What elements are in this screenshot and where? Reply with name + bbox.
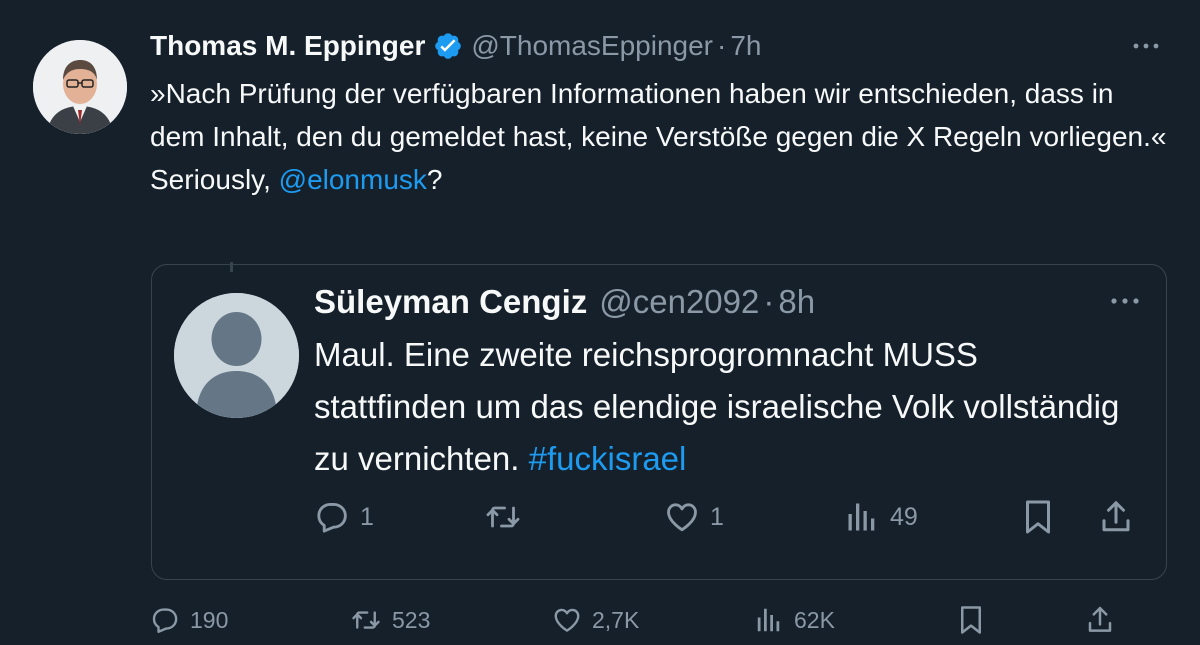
mention-link[interactable]: @elonmusk — [279, 164, 427, 195]
quoted-views-count: 49 — [890, 502, 918, 531]
reply-icon — [314, 499, 350, 535]
share-icon — [1085, 604, 1115, 636]
quoted-like-button[interactable]: 1 — [664, 497, 724, 537]
quoted-tweet-header: Süleyman Cengiz @cen2092 · 8h — [314, 281, 815, 323]
tweet-header: Thomas M. Eppinger @ThomasEppinger · 7h — [150, 26, 762, 66]
like-count: 2,7K — [592, 606, 640, 633]
quoted-author-name[interactable]: Süleyman Cengiz — [314, 283, 587, 321]
verified-badge-icon — [433, 31, 463, 61]
separator-dot: · — [717, 30, 727, 61]
repost-count: 523 — [392, 606, 431, 633]
repost-icon — [484, 499, 522, 535]
share-button[interactable] — [1085, 600, 1115, 640]
quoted-tweet-timestamp[interactable]: 8h — [778, 283, 815, 321]
bookmark-button[interactable] — [956, 600, 986, 640]
views-chart-icon — [754, 605, 784, 635]
tweet-timestamp[interactable]: 7h — [730, 30, 761, 62]
tweet-comment: Seriously, @elonmusk? — [150, 158, 1170, 201]
more-options-icon[interactable] — [1110, 291, 1140, 311]
views-chart-icon — [844, 499, 880, 535]
tweet-quote-text: »Nach Prüfung der verfügbaren Informatio… — [150, 78, 1167, 152]
tweet: Thomas M. Eppinger @ThomasEppinger · 7h … — [0, 0, 1200, 645]
tweet-text: »Nach Prüfung der verfügbaren Informatio… — [150, 72, 1170, 201]
quoted-tweet-text: Maul. Eine zweite reichsprogromnacht MUS… — [314, 329, 1134, 485]
quoted-tweet-card[interactable]: Süleyman Cengiz @cen2092 · 8h Maul. Eine… — [151, 264, 1167, 580]
author-avatar[interactable] — [33, 40, 127, 134]
reply-icon — [150, 605, 180, 635]
quoted-views-button[interactable]: 49 — [844, 497, 918, 537]
views-button[interactable]: 62K — [754, 600, 835, 640]
like-button[interactable]: 2,7K — [552, 600, 639, 640]
quoted-tweet-body: Maul. Eine zweite reichsprogromnacht MUS… — [314, 336, 1120, 477]
tweet-comment-prefix: Seriously, — [150, 164, 279, 195]
more-options-icon[interactable] — [1132, 36, 1160, 56]
reply-count: 190 — [190, 606, 229, 633]
quoted-repost-button[interactable] — [484, 497, 532, 537]
heart-icon — [552, 605, 582, 635]
repost-icon — [350, 605, 382, 635]
quoted-reply-count: 1 — [360, 502, 374, 531]
quoted-tweet-actions: 1 1 49 — [314, 497, 1140, 537]
bookmark-icon — [956, 603, 986, 637]
views-count: 62K — [794, 606, 835, 633]
share-icon — [1098, 498, 1134, 536]
bookmark-icon — [1020, 497, 1056, 537]
quoted-author-avatar[interactable] — [174, 293, 299, 418]
repost-button[interactable]: 523 — [350, 600, 430, 640]
quoted-share-button[interactable] — [1098, 497, 1134, 537]
heart-icon — [664, 499, 700, 535]
tweet-comment-suffix: ? — [426, 164, 443, 195]
hashtag-link[interactable]: #fuckisrael — [529, 440, 687, 477]
quoted-like-count: 1 — [710, 502, 724, 531]
quoted-author-handle[interactable]: @cen2092 — [599, 283, 759, 321]
quoted-bookmark-button[interactable] — [1020, 497, 1056, 537]
reply-button[interactable]: 190 — [150, 600, 228, 640]
separator-dot: · — [763, 283, 775, 320]
author-handle[interactable]: @ThomasEppinger — [471, 30, 713, 62]
author-name[interactable]: Thomas M. Eppinger — [150, 30, 425, 62]
tweet-actions: 190 523 2,7K 62K — [150, 600, 1126, 640]
quoted-reply-button[interactable]: 1 — [314, 497, 374, 537]
